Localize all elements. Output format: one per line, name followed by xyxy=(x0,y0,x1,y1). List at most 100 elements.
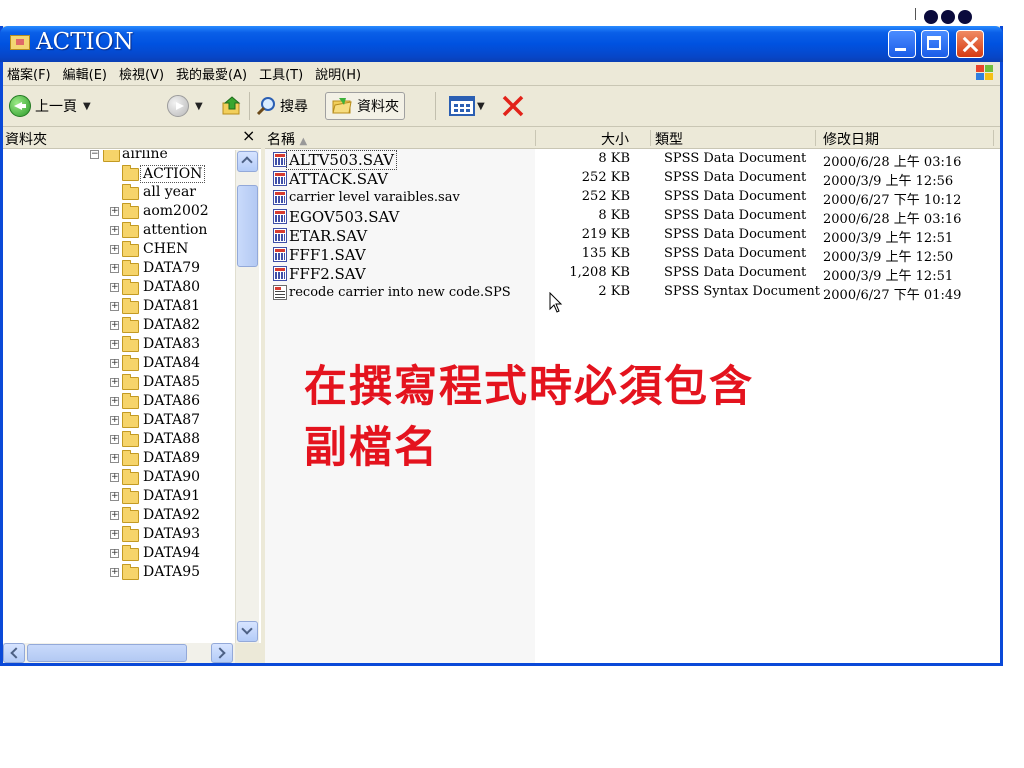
annotation-text: 在撰寫程式時必須包含 副檔名 xyxy=(304,357,864,479)
file-row[interactable]: EGOV503.SAV 8 KB SPSS Data Document 2000/6/… xyxy=(265,208,1000,227)
up-folder-button[interactable] xyxy=(221,93,243,119)
scroll-left-icon[interactable] xyxy=(3,643,25,663)
expand-icon[interactable]: + xyxy=(110,321,119,330)
forward-arrow-icon xyxy=(167,95,189,117)
tree-vertical-scrollbar[interactable] xyxy=(235,150,259,643)
file-row[interactable]: ALTV503.SAV 8 KB SPSS Data Document 2000/6/… xyxy=(265,150,1000,170)
file-name: ATTACK.SAV xyxy=(289,170,388,188)
menu-edit[interactable]: 編輯(E) xyxy=(57,64,113,83)
expand-icon[interactable]: + xyxy=(110,302,119,311)
horizontal-scroll-thumb[interactable] xyxy=(27,644,187,662)
menu-tools[interactable]: 工具(T) xyxy=(253,64,309,83)
tree-item[interactable]: + CHEN xyxy=(3,241,233,260)
tree-item[interactable]: + DATA94 xyxy=(3,545,233,564)
tree-item[interactable]: + DATA79 xyxy=(3,260,233,279)
menu-favorites[interactable]: 我的最愛(A) xyxy=(170,64,253,83)
tree-item[interactable]: + DATA82 xyxy=(3,317,233,336)
expand-icon[interactable]: + xyxy=(110,549,119,558)
folder-icon xyxy=(122,260,139,276)
column-header-type[interactable]: 類型 xyxy=(655,129,683,149)
column-header-name[interactable]: 名稱 ▲ xyxy=(267,129,307,149)
folder-icon xyxy=(122,431,139,447)
scroll-right-icon[interactable] xyxy=(211,643,233,663)
expand-icon[interactable]: + xyxy=(110,492,119,501)
tree-item[interactable]: + DATA86 xyxy=(3,393,233,412)
search-button[interactable]: 搜尋 xyxy=(255,93,308,119)
file-type: SPSS Data Document xyxy=(664,170,807,185)
menu-view[interactable]: 檢視(V) xyxy=(113,64,170,83)
expand-icon[interactable]: + xyxy=(110,473,119,482)
expand-icon[interactable]: + xyxy=(110,378,119,387)
toolbar: 上一頁 ▼ ▼ 搜尋 資料夾 ▼ xyxy=(3,86,1000,127)
expand-icon[interactable]: + xyxy=(110,397,119,406)
tree-horizontal-scrollbar[interactable] xyxy=(3,643,235,663)
tree-item[interactable]: all year xyxy=(3,184,233,203)
column-header-size[interactable]: 大小 xyxy=(601,129,629,149)
menu-help[interactable]: 說明(H) xyxy=(309,64,367,83)
folder-icon xyxy=(122,374,139,390)
tree-item[interactable]: + DATA87 xyxy=(3,412,233,431)
tree-item[interactable]: + DATA88 xyxy=(3,431,233,450)
spss-data-icon xyxy=(273,247,287,262)
tree-item[interactable]: + DATA95 xyxy=(3,564,233,583)
forward-button[interactable]: ▼ xyxy=(167,93,203,119)
expand-icon[interactable]: + xyxy=(110,245,119,254)
scroll-thumb[interactable] xyxy=(237,185,258,267)
tree-item[interactable]: + DATA91 xyxy=(3,488,233,507)
expand-icon[interactable]: + xyxy=(110,340,119,349)
expand-icon[interactable]: + xyxy=(110,416,119,425)
tree-item[interactable]: + DATA81 xyxy=(3,298,233,317)
expand-icon[interactable]: + xyxy=(110,283,119,292)
expand-icon[interactable]: + xyxy=(110,207,119,216)
expand-icon[interactable]: + xyxy=(110,568,119,577)
tree-item-label: DATA84 xyxy=(143,355,201,371)
file-type: SPSS Data Document xyxy=(664,265,807,280)
scroll-up-icon[interactable] xyxy=(237,151,258,172)
tree-item-label: DATA86 xyxy=(143,393,201,409)
expand-icon[interactable]: + xyxy=(110,511,119,520)
file-row[interactable]: carrier level varaibles.sav 252 KB SPSS Da… xyxy=(265,189,1000,208)
column-header-modified[interactable]: 修改日期 xyxy=(823,129,879,149)
expand-icon[interactable]: + xyxy=(110,435,119,444)
expand-icon[interactable]: + xyxy=(110,530,119,539)
tree-item[interactable]: + DATA89 xyxy=(3,450,233,469)
maximize-button[interactable] xyxy=(921,30,949,58)
file-row[interactable]: FFF1.SAV 135 KB SPSS Data Document 2000/3/9… xyxy=(265,246,1000,265)
file-row[interactable]: ETAR.SAV 219 KB SPSS Data Document 2000/3/9… xyxy=(265,227,1000,246)
tree-item[interactable]: + DATA80 xyxy=(3,279,233,298)
tree-item[interactable]: + aom2002 xyxy=(3,203,233,222)
expand-icon[interactable]: + xyxy=(110,264,119,273)
tree-item[interactable]: − airline xyxy=(3,150,233,165)
file-row[interactable]: FFF2.SAV 1,208 KB SPSS Data Document 2000/3… xyxy=(265,265,1000,284)
tree-item-label: DATA93 xyxy=(143,526,201,542)
folder-icon xyxy=(122,279,139,295)
delete-button[interactable] xyxy=(501,93,525,119)
title-bar[interactable]: ACTION xyxy=(0,26,1003,62)
tree-item[interactable]: + DATA84 xyxy=(3,355,233,374)
tree-item[interactable]: + DATA83 xyxy=(3,336,233,355)
minimize-button[interactable] xyxy=(888,30,916,58)
folder-icon xyxy=(122,545,139,561)
spss-data-icon xyxy=(273,228,287,243)
file-type: SPSS Data Document xyxy=(664,227,807,242)
tree-item[interactable]: + DATA85 xyxy=(3,374,233,393)
tree-item[interactable]: + DATA93 xyxy=(3,526,233,545)
file-row[interactable]: ATTACK.SAV 252 KB SPSS Data Document 2000/3… xyxy=(265,170,1000,189)
folders-button[interactable]: 資料夾 xyxy=(325,92,405,120)
menu-file[interactable]: 檔案(F) xyxy=(3,64,57,83)
close-pane-icon[interactable]: × xyxy=(242,126,255,145)
expand-icon[interactable]: + xyxy=(110,454,119,463)
collapse-icon[interactable]: − xyxy=(90,150,99,159)
tree-item[interactable]: ACTION xyxy=(3,165,233,184)
close-button[interactable] xyxy=(956,30,984,58)
tree-item[interactable]: + DATA92 xyxy=(3,507,233,526)
expand-icon[interactable]: + xyxy=(110,226,119,235)
tree-item[interactable]: + attention xyxy=(3,222,233,241)
back-button[interactable]: 上一頁 ▼ xyxy=(9,93,91,119)
tree-item[interactable]: + DATA90 xyxy=(3,469,233,488)
views-button[interactable]: ▼ xyxy=(449,93,485,119)
scroll-down-icon[interactable] xyxy=(237,621,258,642)
file-row[interactable]: recode carrier into new code.SPS 2 KB SPSS… xyxy=(265,284,1000,303)
expand-icon[interactable]: + xyxy=(110,359,119,368)
mouse-pointer-icon xyxy=(549,292,563,313)
